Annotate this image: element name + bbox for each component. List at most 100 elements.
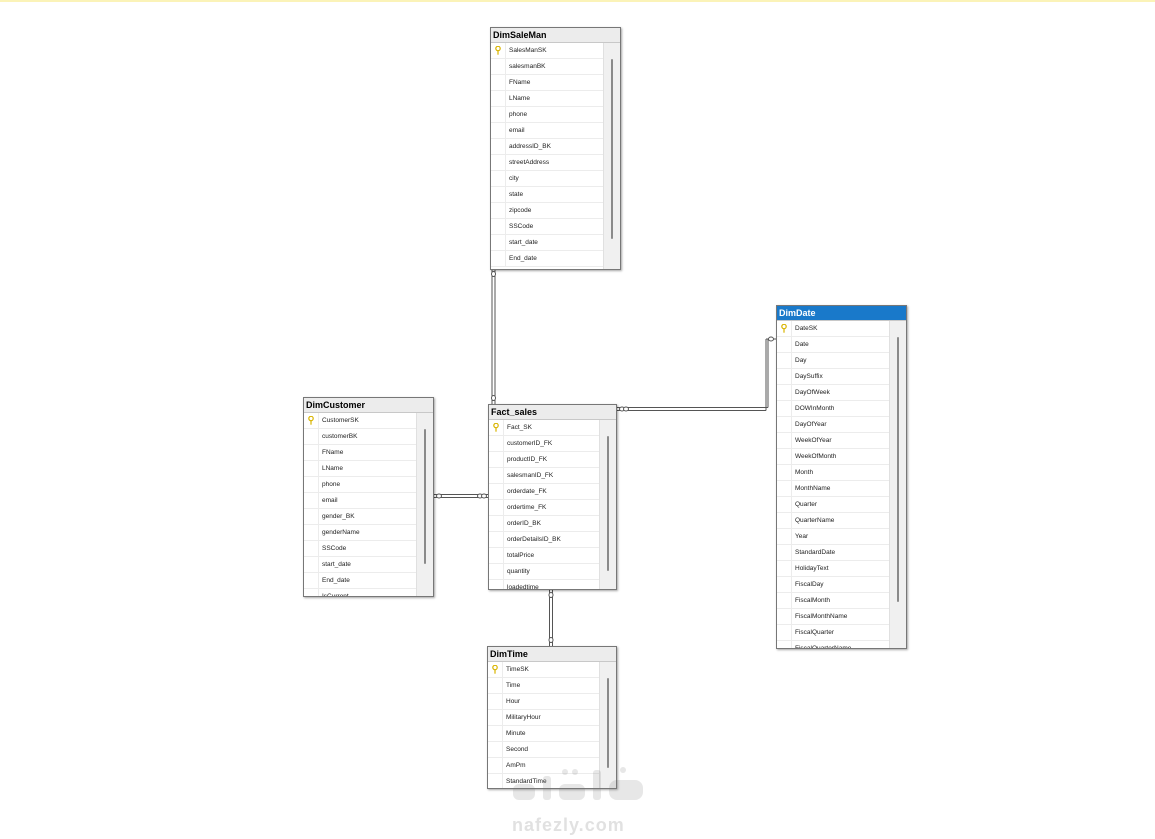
column-row[interactable]: Fact_SK [489,420,600,436]
column-row[interactable]: StandardDate [777,545,890,561]
column-row[interactable]: Hour [488,694,600,710]
table-title[interactable]: DimDate [777,306,906,321]
row-selector[interactable] [491,123,506,138]
scrollbar[interactable] [416,413,433,596]
row-selector[interactable] [304,429,319,444]
column-row[interactable]: phone [304,477,417,493]
column-row[interactable]: FiscalQuarterName [777,641,890,648]
column-row[interactable]: FName [304,445,417,461]
column-row[interactable]: Year [777,529,890,545]
row-selector[interactable] [489,420,504,435]
column-row[interactable]: ordertime_FK [489,500,600,516]
column-row[interactable]: city [491,171,604,187]
column-row[interactable]: Day [777,353,890,369]
relationship-fact-time[interactable] [548,590,554,646]
row-selector[interactable] [777,433,792,448]
row-selector[interactable] [491,91,506,106]
column-row[interactable]: orderDetailsID_BK [489,532,600,548]
column-row[interactable]: LName [304,461,417,477]
relationship-fact-customer[interactable] [434,493,489,499]
column-row[interactable]: FiscalMonth [777,593,890,609]
row-selector[interactable] [777,529,792,544]
row-selector[interactable] [489,564,504,579]
table-fact-sales[interactable]: Fact_sales Fact_SK customerID_FK productID… [488,404,617,590]
column-row[interactable]: loadedtime [489,580,600,589]
column-row[interactable]: Time [488,678,600,694]
row-selector[interactable] [304,493,319,508]
column-row[interactable]: orderdate_FK [489,484,600,500]
column-row[interactable]: DaySuffix [777,369,890,385]
table-title[interactable]: DimSaleMan [491,28,620,43]
row-selector[interactable] [777,497,792,512]
column-row[interactable]: Second [488,742,600,758]
row-selector[interactable] [304,477,319,492]
column-row[interactable]: Month [777,465,890,481]
relationship-fact-saleman[interactable] [491,270,496,404]
row-selector[interactable] [491,59,506,74]
table-dimdate[interactable]: DimDate DateSK Date Day DaySuffix DayOfWeek D… [776,305,907,649]
column-row[interactable]: state [491,187,604,203]
column-row[interactable]: salesmanBK [491,59,604,75]
row-selector[interactable] [488,710,503,725]
row-selector[interactable] [777,513,792,528]
column-row[interactable]: End_date [304,573,417,589]
column-row[interactable]: FName [491,75,604,91]
row-selector[interactable] [777,401,792,416]
row-selector[interactable] [777,369,792,384]
row-selector[interactable] [489,516,504,531]
table-title[interactable]: DimCustomer [304,398,433,413]
row-selector[interactable] [489,580,504,589]
column-row[interactable]: WeekOfYear [777,433,890,449]
column-row[interactable]: orderID_BK [489,516,600,532]
table-title[interactable]: DimTime [488,647,616,662]
table-title[interactable]: Fact_sales [489,405,616,420]
column-row[interactable]: DayOfWeek [777,385,890,401]
row-selector[interactable] [304,445,319,460]
row-selector[interactable] [777,561,792,576]
row-selector[interactable] [488,742,503,757]
row-selector[interactable] [491,139,506,154]
column-row[interactable]: productID_FK [489,452,600,468]
column-row[interactable]: DOWInMonth [777,401,890,417]
column-row[interactable]: email [491,123,604,139]
column-row[interactable]: phone [491,107,604,123]
row-selector[interactable] [304,413,319,428]
scrollbar[interactable] [889,321,906,648]
row-selector[interactable] [491,155,506,170]
column-row[interactable]: WeekOfMonth [777,449,890,465]
row-selector[interactable] [489,500,504,515]
row-selector[interactable] [489,452,504,467]
row-selector[interactable] [777,641,792,648]
table-dimcustomer[interactable]: DimCustomer CustomerSK customerBK FName LNa… [303,397,434,597]
row-selector[interactable] [777,465,792,480]
column-row[interactable]: zipcode [491,203,604,219]
column-row[interactable]: totalPrice [489,548,600,564]
column-row[interactable]: gender_BK [304,509,417,525]
row-selector[interactable] [491,43,506,58]
column-row[interactable]: SSCode [304,541,417,557]
row-selector[interactable] [304,461,319,476]
column-row[interactable]: MilitaryHour [488,710,600,726]
column-row[interactable]: customerBK [304,429,417,445]
row-selector[interactable] [777,321,792,336]
row-selector[interactable] [777,449,792,464]
row-selector[interactable] [491,187,506,202]
column-row[interactable]: SSCode [491,219,604,235]
column-row[interactable]: start_date [304,557,417,573]
row-selector[interactable] [777,545,792,560]
row-selector[interactable] [777,417,792,432]
row-selector[interactable] [491,251,506,266]
row-selector[interactable] [777,481,792,496]
row-selector[interactable] [489,484,504,499]
row-selector[interactable] [491,235,506,250]
row-selector[interactable] [777,337,792,352]
row-selector[interactable] [488,726,503,741]
column-row[interactable]: DayOfYear [777,417,890,433]
scrollbar[interactable] [603,43,620,269]
column-row[interactable]: FiscalDay [777,577,890,593]
relationship-fact-date[interactable] [617,336,776,412]
row-selector[interactable] [489,548,504,563]
row-selector[interactable] [304,541,319,556]
column-row[interactable]: Date [777,337,890,353]
row-selector[interactable] [777,385,792,400]
